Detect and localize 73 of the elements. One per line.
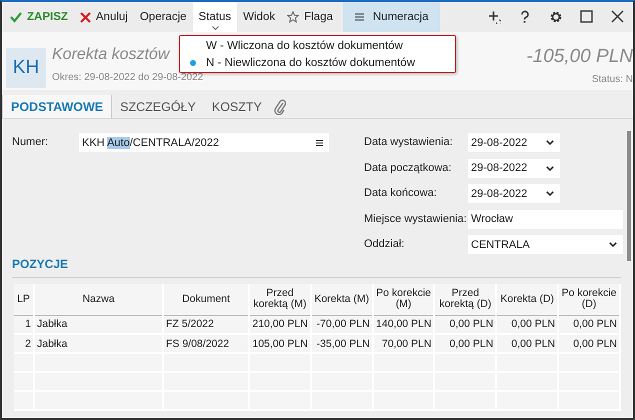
table-cell: FZ 5/2022: [163, 315, 249, 334]
tab[interactable]: SZCZEGÓŁY: [112, 95, 204, 118]
chevron-down-icon: [609, 242, 617, 248]
column-header[interactable]: Przed korektą (D): [434, 284, 496, 315]
field-label: Numer:: [12, 135, 50, 150]
paperclip-icon: [274, 98, 286, 114]
menu-item[interactable]: W - Wliczona do kosztów dokumentów: [180, 37, 455, 54]
table-cell: 0,00 PLN: [558, 334, 620, 353]
chevron-down-icon: [546, 166, 554, 171]
document-title: Korekta kosztów: [52, 46, 172, 64]
toolbar-button[interactable]: Operacje: [134, 2, 193, 32]
star-icon: [287, 11, 300, 23]
toolbar-button[interactable]: Anuluj: [74, 2, 134, 32]
tab[interactable]: KOSZTY: [204, 95, 270, 118]
status-text: Status: N: [590, 74, 633, 85]
document-type-badge: KH: [6, 48, 46, 88]
chevron-down-icon: [546, 140, 554, 145]
toolbar-button[interactable]: Widok: [237, 2, 282, 32]
tab[interactable]: PODSTAWOWE: [2, 95, 112, 118]
dropdown[interactable]: CENTRALA: [468, 235, 623, 254]
column-header[interactable]: Przed korektą (M): [249, 284, 311, 315]
close-icon: [80, 12, 91, 22]
column-header[interactable]: Dokument: [163, 284, 249, 315]
table-cell: 0,00 PLN: [496, 334, 558, 353]
table-cell: 70,00 PLN: [372, 334, 434, 353]
table-cell: 0,00 PLN: [434, 315, 496, 334]
menu-icon: [354, 13, 364, 21]
table-cell: Jabłka: [34, 315, 163, 334]
date-picker[interactable]: 29-08-2022: [468, 184, 560, 204]
table-cell: 210,00 PLN: [249, 315, 311, 334]
column-header[interactable]: Po korekcie (D): [558, 284, 620, 315]
column-header[interactable]: Korekta (M): [310, 284, 373, 315]
number-field[interactable]: KKH Auto/CENTRALA/2022: [79, 133, 329, 152]
toolbar-button[interactable]: ZAPISZ: [2, 2, 74, 32]
section-title: POZYCJE: [12, 257, 621, 278]
table-cell: Jabłka: [34, 334, 163, 353]
table-cell: 2: [14, 334, 34, 353]
toolbar-button[interactable]: Status: [192, 2, 238, 32]
table-cell: 0,00 PLN: [434, 334, 496, 353]
column-header[interactable]: Korekta (D): [496, 284, 558, 315]
field-label: Data początkowa:: [364, 160, 452, 176]
table-cell: -70,00 PLN: [310, 315, 373, 334]
table-cell: FS 9/08/2022: [163, 334, 249, 353]
date-picker[interactable]: 29-08-2022: [468, 133, 560, 152]
table-cell: -35,00 PLN: [310, 334, 373, 353]
table-cell: 140,00 PLN: [372, 315, 434, 334]
toolbar-button[interactable]: Flaga: [281, 2, 339, 32]
toolbar-button[interactable]: Numeracja: [342, 2, 440, 32]
menu-icon: [316, 140, 323, 146]
close-icon: [610, 10, 624, 24]
date-picker[interactable]: 29-08-2022: [468, 158, 560, 178]
column-header[interactable]: Nazwa: [34, 284, 163, 315]
table-cell: 0,00 PLN: [496, 315, 558, 334]
menu-item[interactable]: N - Niewliczona do kosztów dokumentów: [180, 54, 455, 71]
add-icon: [486, 10, 500, 24]
scrollbar[interactable]: [627, 131, 631, 261]
field-label: Miejsce wystawienia:: [364, 212, 468, 227]
caret-icon: [212, 26, 219, 30]
maximize-icon: [580, 10, 594, 24]
field-label: Data wystawienia:: [364, 135, 454, 150]
table-cell: 105,00 PLN: [249, 334, 311, 353]
table-cell: 1: [14, 315, 34, 334]
check-icon: [10, 11, 22, 23]
column-header[interactable]: LP: [14, 284, 34, 315]
field-label: Data końcowa:: [364, 186, 438, 202]
chevron-down-icon: [546, 191, 554, 196]
table-cell: 0,00 PLN: [558, 315, 620, 334]
field-label: Oddział:: [364, 237, 406, 252]
amount-text: -105,00 PLN: [526, 46, 633, 68]
column-header[interactable]: Po korekcie (M): [372, 284, 434, 315]
period-text: Okres: 29-08-2022 do 29-08-2022: [52, 72, 204, 83]
settings-icon: [548, 10, 562, 24]
input-field[interactable]: Wrocław: [468, 210, 623, 229]
